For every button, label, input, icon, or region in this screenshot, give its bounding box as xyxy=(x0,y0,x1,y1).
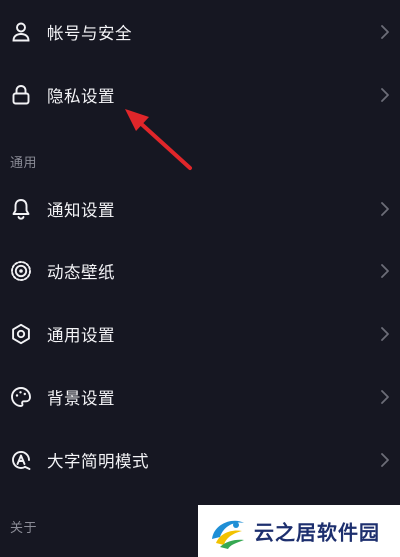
menu-item-label: 动态壁纸 xyxy=(47,263,115,282)
chevron-right-icon xyxy=(379,326,391,342)
menu-item-notifications[interactable]: 通知设置 xyxy=(0,181,400,237)
wallpaper-icon xyxy=(9,259,33,283)
menu-item-large-text[interactable]: 大字简明模式 xyxy=(0,432,400,488)
menu-item-background[interactable]: 背景设置 xyxy=(0,369,400,425)
chevron-right-icon xyxy=(379,263,391,279)
menu-item-label: 帐号与安全 xyxy=(47,24,132,43)
chevron-right-icon xyxy=(379,87,391,103)
font-a-icon xyxy=(9,448,33,472)
gear-icon xyxy=(9,322,33,346)
palette-icon xyxy=(9,385,33,409)
chevron-right-icon xyxy=(379,389,391,405)
menu-item-label: 通用设置 xyxy=(47,326,115,345)
section-header-about: 关于 xyxy=(10,521,38,536)
section-header-general: 通用 xyxy=(10,156,38,171)
menu-item-label: 大字简明模式 xyxy=(47,452,149,471)
bell-icon xyxy=(9,197,33,221)
menu-item-dynamic-wallpaper[interactable]: 动态壁纸 xyxy=(0,243,400,299)
person-icon xyxy=(9,20,33,44)
menu-item-general-settings[interactable]: 通用设置 xyxy=(0,306,400,362)
menu-item-privacy[interactable]: 隐私设置 xyxy=(0,67,400,123)
menu-item-label: 隐私设置 xyxy=(47,87,115,106)
watermark: 云之居软件园 xyxy=(198,505,400,557)
site-logo xyxy=(206,509,250,553)
menu-item-account-security[interactable]: 帐号与安全 xyxy=(0,4,400,60)
watermark-text: 云之居软件园 xyxy=(254,520,380,545)
chevron-right-icon xyxy=(379,24,391,40)
chevron-right-icon xyxy=(379,452,391,468)
menu-item-label: 背景设置 xyxy=(47,389,115,408)
chevron-right-icon xyxy=(379,201,391,217)
lock-icon xyxy=(9,83,33,107)
menu-item-label: 通知设置 xyxy=(47,201,115,220)
